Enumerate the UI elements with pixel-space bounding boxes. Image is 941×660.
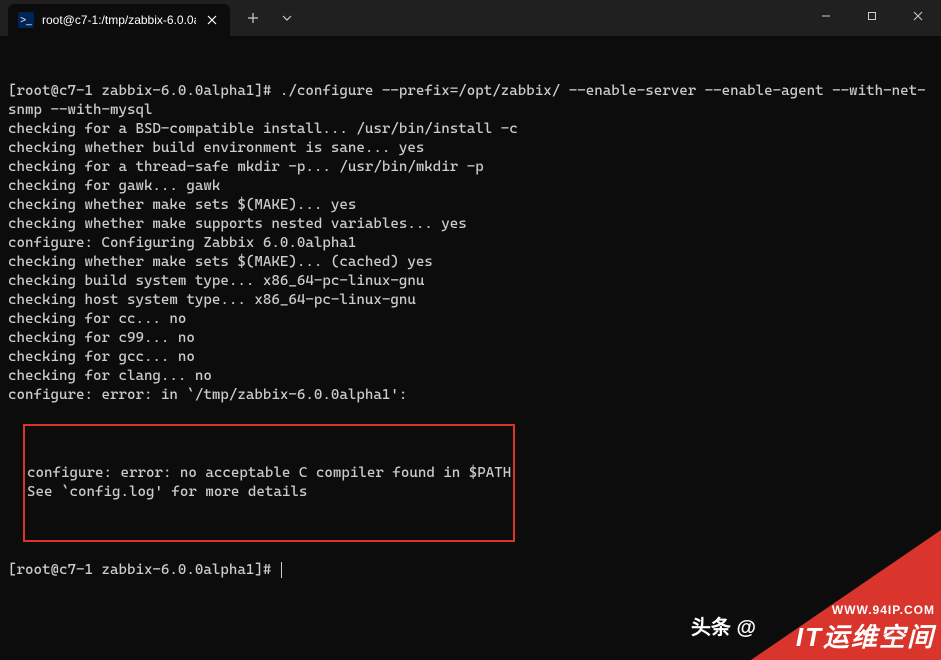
terminal-line: checking for clang... no xyxy=(8,367,933,386)
watermark-toutiao: 头条 @ xyxy=(691,611,756,640)
watermark-text: WWW.94IP.COM IT运维空间 xyxy=(796,603,935,654)
tab-active[interactable]: >_ root@c7-1:/tmp/zabbix-6.0.0alp xyxy=(8,4,230,36)
terminal-line: checking for a thread-safe mkdir -p... /… xyxy=(8,158,933,177)
window-controls xyxy=(803,0,941,36)
tab-strip: >_ root@c7-1:/tmp/zabbix-6.0.0alp xyxy=(0,0,304,36)
terminal-line: checking for gcc... no xyxy=(8,348,933,367)
terminal-line-error: See `config.log' for more details xyxy=(27,483,511,502)
terminal-line: checking whether build environment is sa… xyxy=(8,139,933,158)
window-close-button[interactable] xyxy=(895,0,941,32)
watermark-url: WWW.94IP.COM xyxy=(796,603,935,617)
terminal-line: checking for a BSD-compatible install...… xyxy=(8,120,933,139)
terminal-line: checking for cc... no xyxy=(8,310,933,329)
terminal-line: configure: Configuring Zabbix 6.0.0alpha… xyxy=(8,234,933,253)
close-icon xyxy=(913,11,923,21)
terminal-cursor xyxy=(281,562,282,578)
terminal-line: configure: error: in `/tmp/zabbix-6.0.0a… xyxy=(8,386,933,405)
title-bar: >_ root@c7-1:/tmp/zabbix-6.0.0alp xyxy=(0,0,941,36)
powershell-icon: >_ xyxy=(18,12,34,28)
tab-title: root@c7-1:/tmp/zabbix-6.0.0alp xyxy=(42,13,196,27)
maximize-button[interactable] xyxy=(849,0,895,32)
terminal-line: checking for c99... no xyxy=(8,329,933,348)
tab-close-button[interactable] xyxy=(204,12,220,28)
terminal-line: checking for gawk... gawk xyxy=(8,177,933,196)
terminal-lines: [root@c7-1 zabbix-6.0.0alpha1]# ./config… xyxy=(8,82,933,405)
terminal-output[interactable]: [root@c7-1 zabbix-6.0.0alpha1]# ./config… xyxy=(0,36,941,607)
chevron-down-icon xyxy=(281,12,293,24)
terminal-line: checking host system type... x86_64-pc-l… xyxy=(8,291,933,310)
terminal-line: checking whether make sets $(MAKE)... (c… xyxy=(8,253,933,272)
terminal-prompt: [root@c7-1 zabbix-6.0.0alpha1]# xyxy=(8,562,280,578)
terminal-line-error: configure: error: no acceptable C compil… xyxy=(27,464,511,483)
minimize-button[interactable] xyxy=(803,0,849,32)
new-tab-button[interactable] xyxy=(236,2,270,34)
close-icon xyxy=(207,15,217,25)
terminal-highlighted-lines: configure: error: no acceptable C compil… xyxy=(27,464,511,502)
watermark-main: IT运维空间 xyxy=(796,617,935,654)
terminal-line: checking whether make supports nested va… xyxy=(8,215,933,234)
terminal-line: checking build system type... x86_64-pc-… xyxy=(8,272,933,291)
terminal-line: checking whether make sets $(MAKE)... ye… xyxy=(8,196,933,215)
plus-icon xyxy=(247,12,259,24)
error-highlight-box: configure: error: no acceptable C compil… xyxy=(23,424,515,542)
tab-actions xyxy=(236,0,304,36)
terminal-line: [root@c7-1 zabbix-6.0.0alpha1]# ./config… xyxy=(8,82,933,120)
minimize-icon xyxy=(821,11,831,21)
maximize-icon xyxy=(867,11,877,21)
tab-dropdown-button[interactable] xyxy=(270,2,304,34)
